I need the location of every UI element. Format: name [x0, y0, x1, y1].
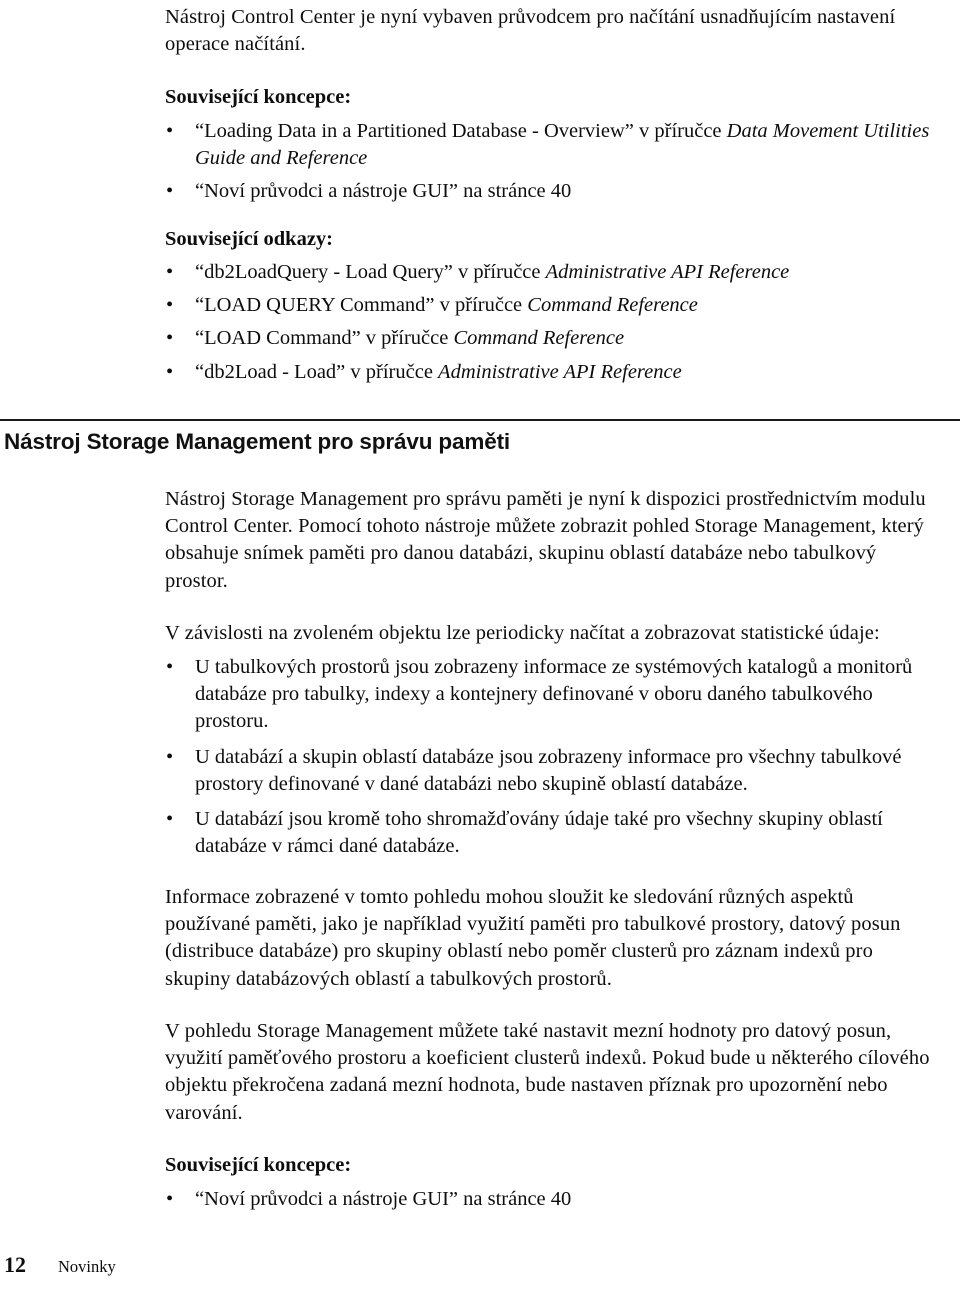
list-item-title-italic: Command Reference — [527, 294, 698, 317]
related-concepts-list-1: • “Loading Data in a Partitioned Databas… — [165, 118, 943, 206]
section-paragraph-2-block: V závislosti na zvoleném objektu lze per… — [165, 620, 943, 647]
list-item-text: U databází jsou kromě toho shromažďovány… — [195, 808, 883, 858]
bullet-icon: • — [166, 656, 174, 678]
bullet-icon: • — [166, 1188, 174, 1210]
list-item-text: “Noví průvodci a nástroje GUI” na stránc… — [195, 180, 572, 203]
intro-paragraph-block: Nástroj Control Center je nyní vybaven p… — [165, 4, 943, 58]
list-item-title-italic: Administrative API Reference — [545, 261, 790, 283]
bullet-icon: • — [166, 808, 174, 831]
bullet-icon: • — [166, 360, 174, 383]
section-paragraph-3: Informace zobrazené v tomto pohledu moho… — [165, 886, 901, 990]
section-divider — [0, 419, 960, 421]
bullet-icon: • — [166, 327, 174, 350]
related-concepts-block-2: Související koncepce: — [165, 1152, 943, 1179]
list-item[interactable]: • “Noví průvodci a nástroje GUI” na strá… — [165, 178, 943, 205]
bullet-icon: • — [166, 261, 174, 283]
stat-bullets-list: • U tabulkových prostorů jsou zobrazeny … — [165, 654, 943, 860]
list-item-text: “LOAD Command” v příručce — [195, 327, 454, 350]
section-heading: Nástroj Storage Management pro správu pa… — [4, 429, 511, 454]
list-item[interactable]: • “Loading Data in a Partitioned Databas… — [165, 118, 943, 172]
bullet-icon: • — [166, 120, 174, 142]
list-item-title-italic: Command Reference — [453, 327, 625, 350]
section-paragraph-3-block: Informace zobrazené v tomto pohledu moho… — [165, 884, 943, 993]
document-page: Nástroj Control Center je nyní vybaven p… — [0, 0, 960, 1294]
list-item: • U databází jsou kromě toho shromažďová… — [165, 806, 943, 860]
list-item[interactable]: • “db2Load - Load” v příručce Administra… — [165, 359, 943, 386]
related-concepts-block-1: Související koncepce: — [165, 84, 943, 111]
list-item[interactable]: • “Noví průvodci a nástroje GUI” na strá… — [165, 1186, 943, 1213]
footer-page-number: 12 — [4, 1252, 26, 1277]
bullet-icon: • — [166, 294, 174, 317]
list-item-text: U tabulkových prostorů jsou zobrazeny in… — [195, 656, 913, 733]
section-paragraph-4: V pohledu Storage Management můžete také… — [165, 1020, 930, 1124]
section-paragraph-4-block: V pohledu Storage Management můžete také… — [165, 1018, 943, 1127]
list-item-text: “Loading Data in a Partitioned Database … — [195, 120, 727, 142]
list-item-text: “db2LoadQuery - Load Query” v příručce — [195, 261, 546, 283]
related-concepts-list-2: • “Noví průvodci a nástroje GUI” na strá… — [165, 1186, 943, 1213]
list-item-text: “LOAD QUERY Command” v příručce — [195, 294, 528, 317]
section-paragraph-2: V závislosti na zvoleném objektu lze per… — [165, 622, 880, 644]
list-item[interactable]: • “LOAD Command” v příručce Command Refe… — [165, 325, 943, 352]
related-links-heading: Související odkazy: — [165, 228, 333, 250]
related-links-block: Související odkazy: — [165, 226, 943, 253]
list-item[interactable]: • “db2LoadQuery - Load Query” v příručce… — [165, 259, 943, 286]
footer-label: Novinky — [58, 1257, 116, 1276]
related-links-list: • “db2LoadQuery - Load Query” v příručce… — [165, 259, 943, 386]
list-item: • U databází a skupin oblastí databáze j… — [165, 744, 943, 798]
list-item: • U tabulkových prostorů jsou zobrazeny … — [165, 654, 943, 736]
related-concepts-heading-2: Související koncepce: — [165, 1154, 352, 1176]
bullet-icon: • — [166, 180, 174, 203]
list-item-title-italic: Administrative API Reference — [438, 360, 682, 383]
list-item-text: “db2Load - Load” v příručce — [195, 360, 439, 383]
bullet-icon: • — [166, 745, 174, 768]
related-concepts-heading-1: Související koncepce: — [165, 86, 352, 108]
list-item-text: “Noví průvodci a nástroje GUI” na stránc… — [195, 1188, 572, 1210]
section-paragraph-1-block: Nástroj Storage Management pro správu pa… — [165, 486, 943, 595]
section-paragraph-1: Nástroj Storage Management pro správu pa… — [165, 488, 926, 592]
page-footer: 12 Novinky — [0, 1252, 960, 1282]
intro-paragraph: Nástroj Control Center je nyní vybaven p… — [165, 6, 896, 56]
list-item[interactable]: • “LOAD QUERY Command” v příručce Comman… — [165, 292, 943, 319]
list-item-text: U databází a skupin oblastí databáze jso… — [195, 745, 902, 795]
